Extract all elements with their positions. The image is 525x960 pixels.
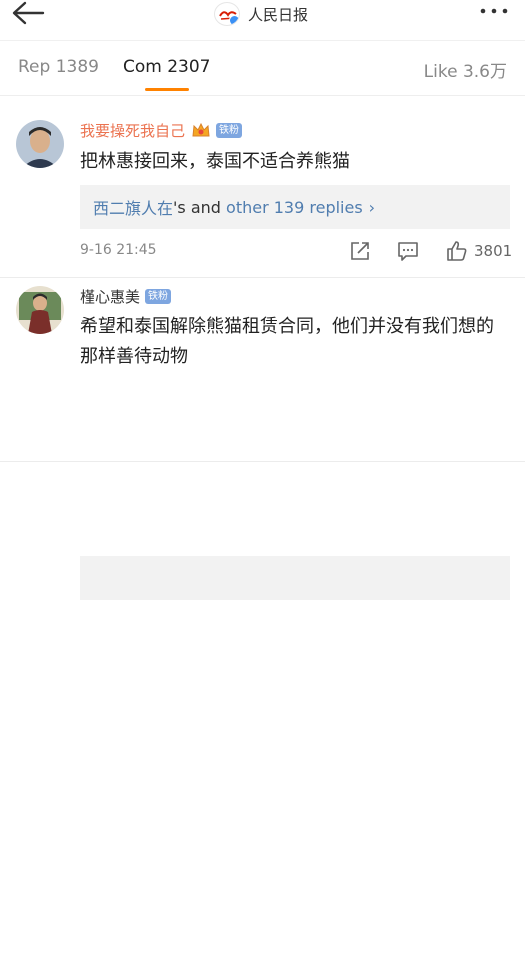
- fan-badge: 铁粉: [216, 122, 243, 138]
- comment-text: 希望和泰国解除熊猫租赁合同，他们并没有我们想的那样善待动物: [80, 316, 494, 367]
- comment-text: 把林惠接回来，泰国不适合养熊猫: [80, 151, 350, 172]
- more-dots-icon[interactable]: [477, 0, 511, 24]
- tab-bar: Rep 1389 Com 2307 Like 3.6万: [0, 40, 525, 96]
- chevron-right-icon: ›: [368, 197, 376, 217]
- like-count: 3801: [474, 242, 513, 260]
- account-header[interactable]: 人民日报: [214, 1, 308, 27]
- avatar[interactable]: [16, 120, 64, 168]
- account-name: 人民日报: [248, 5, 309, 24]
- comment-list: 我要操死我自己 铁粉 把林惠接回来，泰国不适合养熊猫 西二旗人在's and o…: [0, 97, 525, 600]
- username[interactable]: 我要操死我自己: [80, 120, 185, 141]
- replies-summary[interactable]: [80, 556, 510, 600]
- back-arrow-icon[interactable]: [8, 0, 48, 28]
- crown-badge-icon: [192, 122, 210, 137]
- top-bar: 人民日报: [0, 0, 525, 40]
- tab-reposts[interactable]: Rep 1389: [18, 57, 99, 77]
- verified-icon: [229, 15, 239, 25]
- replies-summary[interactable]: 西二旗人在's and other 139 replies ›: [80, 185, 510, 229]
- username[interactable]: 槿心惠美: [80, 286, 140, 307]
- tab-comments[interactable]: Com 2307: [123, 57, 211, 77]
- avatar[interactable]: [16, 286, 64, 334]
- active-tab-indicator: [145, 88, 189, 91]
- comment-item: 我要操死我自己 铁粉 把林惠接回来，泰国不适合养熊猫 西二旗人在's and o…: [0, 97, 525, 278]
- comment-item: 槿心惠美 铁粉 希望和泰国解除熊猫租赁合同，他们并没有我们想的那样善待动物: [0, 278, 525, 600]
- comment-icon[interactable]: [397, 240, 419, 262]
- thumbs-up-icon[interactable]: [446, 240, 468, 262]
- fan-badge: 铁粉: [145, 288, 172, 304]
- username-row: 我要操死我自己 铁粉: [80, 120, 243, 141]
- account-logo-icon: [214, 2, 240, 26]
- username-row: 槿心惠美 铁粉: [80, 286, 172, 307]
- comment-time: 9-16 21:45: [80, 242, 157, 258]
- tab-likes[interactable]: Like 3.6万: [424, 57, 507, 82]
- repost-icon[interactable]: [349, 240, 371, 262]
